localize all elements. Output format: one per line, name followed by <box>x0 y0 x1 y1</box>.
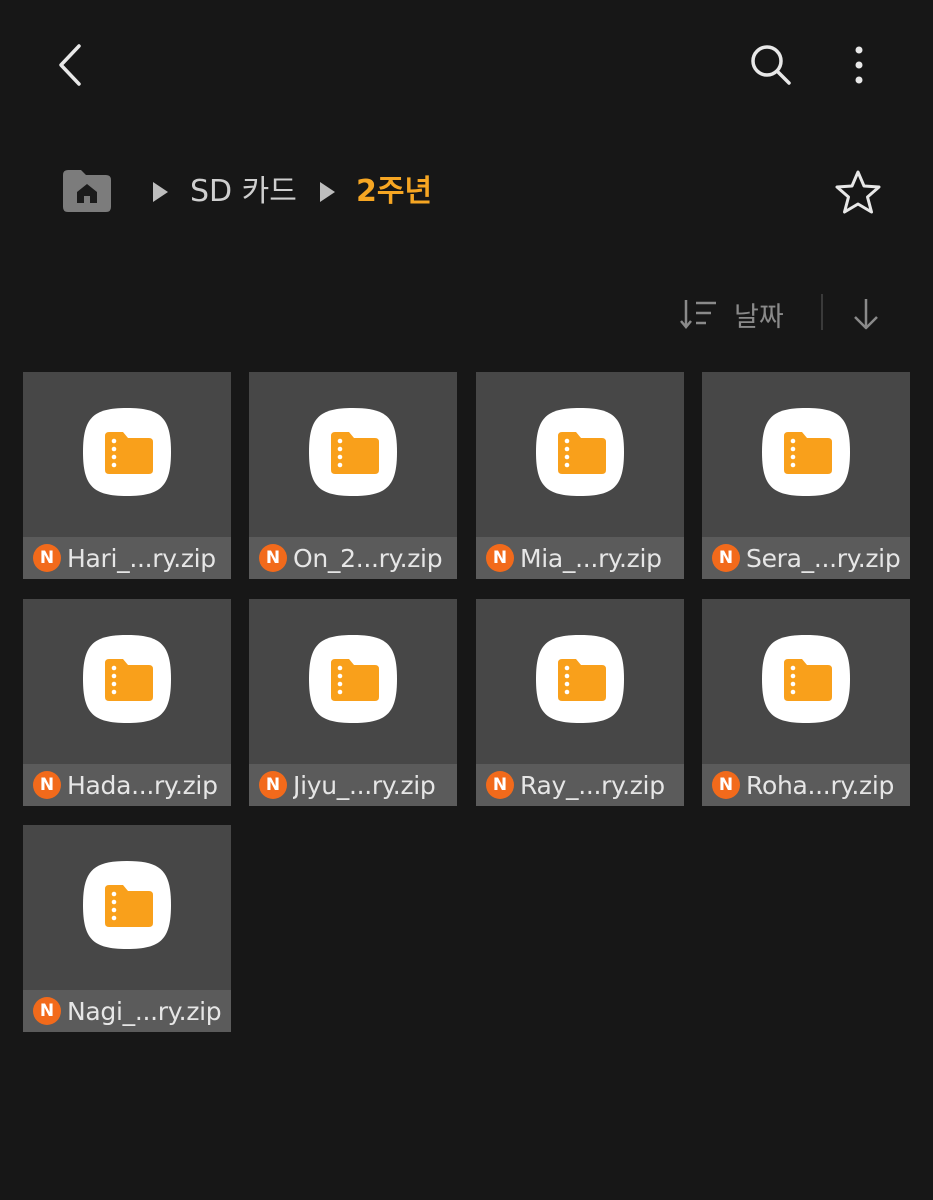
new-badge: N <box>486 544 514 572</box>
file-tile[interactable]: N Ray_...ry.zip <box>476 599 684 806</box>
search-button[interactable] <box>740 34 802 96</box>
back-button[interactable] <box>40 30 100 100</box>
new-badge: N <box>712 771 740 799</box>
archive-folder-icon <box>83 861 171 949</box>
sort-by-button[interactable]: 날짜 <box>680 290 810 338</box>
file-tile[interactable]: N Roha...ry.zip <box>702 599 910 806</box>
arrow-down-icon <box>854 299 878 330</box>
file-name: Roha...ry.zip <box>746 770 895 800</box>
breadcrumb-separator-icon <box>150 180 170 204</box>
new-badge: N <box>33 544 61 572</box>
file-name: Mia_...ry.zip <box>520 543 662 573</box>
file-tile[interactable]: N On_2...ry.zip <box>249 372 457 579</box>
archive-folder-icon <box>762 635 850 723</box>
file-tile[interactable]: N Sera_...ry.zip <box>702 372 910 579</box>
new-badge: N <box>33 997 61 1025</box>
archive-folder-icon <box>309 635 397 723</box>
home-folder-icon <box>63 170 111 212</box>
search-icon <box>751 45 791 85</box>
file-label: N Hari_...ry.zip <box>23 537 231 579</box>
new-badge: N <box>486 771 514 799</box>
archive-folder-icon <box>762 408 850 496</box>
file-label: N Mia_...ry.zip <box>476 537 684 579</box>
sort-label: 날짜 <box>734 301 784 333</box>
file-label: N Nagi_...ry.zip <box>23 990 231 1032</box>
chevron-left-icon <box>59 44 81 86</box>
new-badge: N <box>259 771 287 799</box>
file-name: On_2...ry.zip <box>293 543 443 573</box>
file-label: N On_2...ry.zip <box>249 537 457 579</box>
more-options-button[interactable] <box>834 34 884 96</box>
file-name: Nagi_...ry.zip <box>67 996 222 1026</box>
new-badge: N <box>33 771 61 799</box>
star-outline-icon <box>835 170 881 214</box>
file-tile[interactable]: N Hada...ry.zip <box>23 599 231 806</box>
archive-folder-icon <box>83 635 171 723</box>
archive-folder-icon <box>536 408 624 496</box>
breadcrumb-home-button[interactable] <box>54 160 120 222</box>
file-name: Sera_...ry.zip <box>746 543 901 573</box>
file-tile[interactable]: N Mia_...ry.zip <box>476 372 684 579</box>
archive-folder-icon <box>83 408 171 496</box>
file-tile[interactable]: N Nagi_...ry.zip <box>23 825 231 1032</box>
sort-divider <box>821 294 823 330</box>
new-badge: N <box>712 544 740 572</box>
favorite-button[interactable] <box>828 162 888 222</box>
new-badge: N <box>259 544 287 572</box>
more-vertical-icon <box>855 46 863 84</box>
file-tile[interactable]: N Hari_...ry.zip <box>23 372 231 579</box>
file-label: N Sera_...ry.zip <box>702 537 910 579</box>
sort-order-button[interactable] <box>842 290 890 338</box>
file-label: N Hada...ry.zip <box>23 764 231 806</box>
file-tile[interactable]: N Jiyu_...ry.zip <box>249 599 457 806</box>
archive-folder-icon <box>309 408 397 496</box>
file-name: Hari_...ry.zip <box>67 543 216 573</box>
sort-lines-icon <box>680 300 716 329</box>
file-name: Jiyu_...ry.zip <box>293 770 436 800</box>
file-name: Ray_...ry.zip <box>520 770 665 800</box>
breadcrumb-item-sd-card[interactable]: SD 카드 <box>190 172 297 212</box>
file-label: N Ray_...ry.zip <box>476 764 684 806</box>
file-label: N Roha...ry.zip <box>702 764 910 806</box>
file-label: N Jiyu_...ry.zip <box>249 764 457 806</box>
archive-folder-icon <box>536 635 624 723</box>
breadcrumb-item-current: 2주년 <box>356 174 433 209</box>
file-name: Hada...ry.zip <box>67 770 218 800</box>
breadcrumb-separator-icon <box>317 180 337 204</box>
